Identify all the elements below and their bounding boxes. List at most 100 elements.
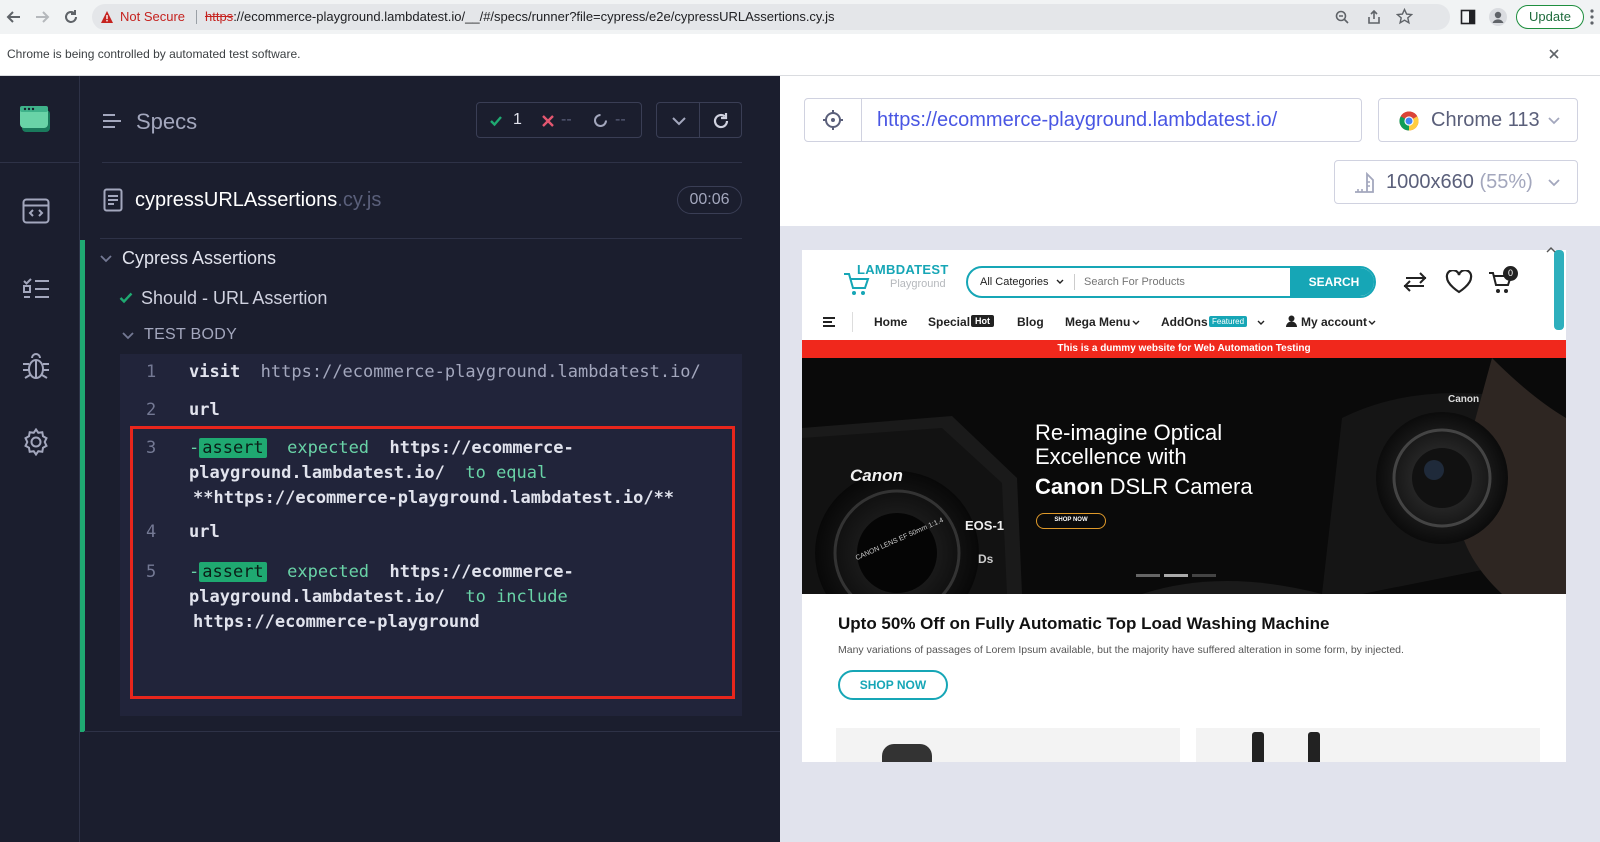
- nav-mega-menu[interactable]: Mega Menu: [1065, 315, 1130, 329]
- spec-ext: .cy.js: [337, 189, 382, 211]
- viewport-chevron-icon: [1548, 179, 1560, 187]
- site-logo-title[interactable]: LAMBDATEST: [857, 262, 949, 277]
- scroll-up-caret-icon[interactable]: [1546, 247, 1556, 253]
- nav-special[interactable]: Special: [928, 315, 970, 329]
- automation-notice: Chrome is being controlled by automated …: [7, 47, 301, 61]
- carousel-dot[interactable]: [1192, 574, 1216, 577]
- preview-url-bar[interactable]: https://ecommerce-playground.lambdatest.…: [804, 98, 1362, 142]
- address-bar[interactable]: Not Secure https://ecommerce-playground.…: [92, 4, 1450, 30]
- carousel-dot[interactable]: [1164, 574, 1188, 577]
- test-stats: 1 -- --: [476, 102, 642, 138]
- mega-menu-chevron-icon: [1132, 320, 1140, 325]
- zoom-icon[interactable]: [1334, 9, 1350, 25]
- carousel-dot[interactable]: [1136, 574, 1160, 577]
- spec-filename[interactable]: cypressURLAssertions.cy.js: [135, 189, 381, 212]
- hero-line-1: Re-imagine Optical: [1035, 420, 1223, 445]
- suite-title[interactable]: Cypress Assertions: [122, 248, 276, 269]
- account-user-icon: [1286, 315, 1297, 327]
- nav-blog[interactable]: Blog: [1017, 315, 1044, 329]
- nav-my-account[interactable]: My account: [1301, 315, 1367, 329]
- url-scheme: https: [205, 9, 234, 24]
- viewport-scale: (55%): [1479, 171, 1533, 193]
- passed-count: 1: [513, 111, 522, 128]
- command-row[interactable]: 2 url: [120, 392, 742, 428]
- browser-label: Chrome 113: [1431, 109, 1540, 131]
- cart-count-badge: 0: [1503, 266, 1518, 281]
- product-image: [1252, 732, 1264, 762]
- test-list-icon[interactable]: [22, 276, 50, 302]
- nav-home[interactable]: Home: [874, 315, 907, 329]
- promo-title: Upto 50% Off on Fully Automatic Top Load…: [838, 614, 1330, 633]
- passed-check-icon: [490, 116, 502, 127]
- preview-url[interactable]: https://ecommerce-playground.lambdatest.…: [877, 109, 1277, 132]
- controls-divider: [699, 103, 700, 137]
- cypress-logo-icon[interactable]: [20, 104, 52, 134]
- specs-title[interactable]: Specs: [136, 109, 197, 135]
- viewport-size: 1000x660: [1386, 171, 1474, 193]
- automation-infobar: Chrome is being controlled by automated …: [0, 34, 1600, 76]
- search-input[interactable]: [1084, 271, 1280, 293]
- chrome-logo-icon: [1399, 111, 1419, 131]
- settings-gear-icon[interactable]: [22, 428, 50, 456]
- promo-shop-now-button[interactable]: SHOP NOW: [838, 670, 948, 700]
- viewport-label: 1000x660 (55%): [1386, 171, 1533, 194]
- chevron-down-icon[interactable]: [671, 115, 687, 127]
- ruler-icon: [1355, 172, 1374, 193]
- search-button[interactable]: SEARCH: [1290, 268, 1374, 296]
- test-title[interactable]: Should - URL Assertion: [141, 288, 327, 309]
- spec-file-icon: [103, 188, 123, 212]
- nav-addons[interactable]: AddOns: [1161, 315, 1208, 329]
- preview-toolbar: https://ecommerce-playground.lambdatest.…: [780, 76, 1600, 226]
- address-url[interactable]: https://ecommerce-playground.lambdatest.…: [205, 9, 834, 24]
- hero-brand: Canon: [1035, 474, 1104, 499]
- forward-arrow-icon[interactable]: [34, 9, 50, 25]
- selector-playground-icon[interactable]: [822, 109, 844, 131]
- close-icon[interactable]: [1548, 48, 1560, 60]
- runs-icon[interactable]: [22, 198, 50, 224]
- back-arrow-icon[interactable]: [6, 9, 22, 25]
- command-number: 1: [146, 362, 157, 382]
- hero-shop-now-button[interactable]: SHOP NOW: [1036, 513, 1106, 529]
- page-scrollbar[interactable]: [1554, 250, 1564, 330]
- warning-icon: [101, 11, 113, 23]
- hero-banner[interactable]: Canon CANON LENS EF 50mm 1:1.4 EOS-1 Ds …: [802, 358, 1566, 594]
- addons-chevron-icon: [1257, 320, 1265, 325]
- suite-chevron-icon[interactable]: [100, 254, 112, 264]
- pending-count: --: [615, 111, 626, 128]
- spec-separator: [100, 238, 742, 239]
- highlight-box: [130, 426, 735, 699]
- bookmark-star-icon[interactable]: [1396, 8, 1413, 25]
- site-logo-sub: Playground: [890, 278, 946, 290]
- cypress-sidebar: [0, 76, 80, 842]
- profile-avatar-icon[interactable]: [1488, 7, 1508, 27]
- product-image: [882, 744, 932, 762]
- menu-dots-icon[interactable]: [1589, 9, 1595, 25]
- wishlist-heart-icon[interactable]: [1445, 270, 1473, 294]
- security-label[interactable]: Not Secure: [120, 9, 185, 24]
- category-select[interactable]: All Categories: [980, 276, 1048, 288]
- test-body-chevron-icon[interactable]: [122, 331, 134, 341]
- viewport-selector[interactable]: 1000x660 (55%): [1334, 160, 1578, 204]
- browser-selector[interactable]: Chrome 113: [1378, 98, 1578, 142]
- debug-bug-icon[interactable]: [22, 352, 50, 382]
- failed-count: --: [561, 111, 572, 128]
- promo-text: Many variations of passages of Lorem Ips…: [838, 644, 1404, 656]
- command-name: url: [189, 400, 220, 420]
- command-row[interactable]: 1 visit https://ecommerce-playground.lam…: [120, 354, 742, 390]
- rerun-refresh-icon[interactable]: [711, 111, 731, 131]
- test-body-label[interactable]: TEST BODY: [144, 326, 237, 344]
- compare-arrows-icon[interactable]: [1402, 272, 1428, 292]
- browser-toolbar: Not Secure https://ecommerce-playground.…: [0, 0, 1600, 34]
- hamburger-menu-icon[interactable]: [822, 316, 836, 328]
- product-image: [1308, 732, 1320, 762]
- reload-icon[interactable]: [62, 8, 80, 26]
- nav-divider: [852, 312, 853, 332]
- product-card[interactable]: [1196, 728, 1540, 762]
- side-panel-icon[interactable]: [1460, 9, 1476, 25]
- model-ds-label: Ds: [978, 552, 994, 566]
- pending-spinner-icon: [594, 114, 607, 127]
- share-icon[interactable]: [1366, 9, 1382, 25]
- site-search: All Categories SEARCH: [966, 266, 1376, 298]
- update-button[interactable]: Update: [1516, 5, 1584, 29]
- specs-list-icon[interactable]: [102, 112, 122, 130]
